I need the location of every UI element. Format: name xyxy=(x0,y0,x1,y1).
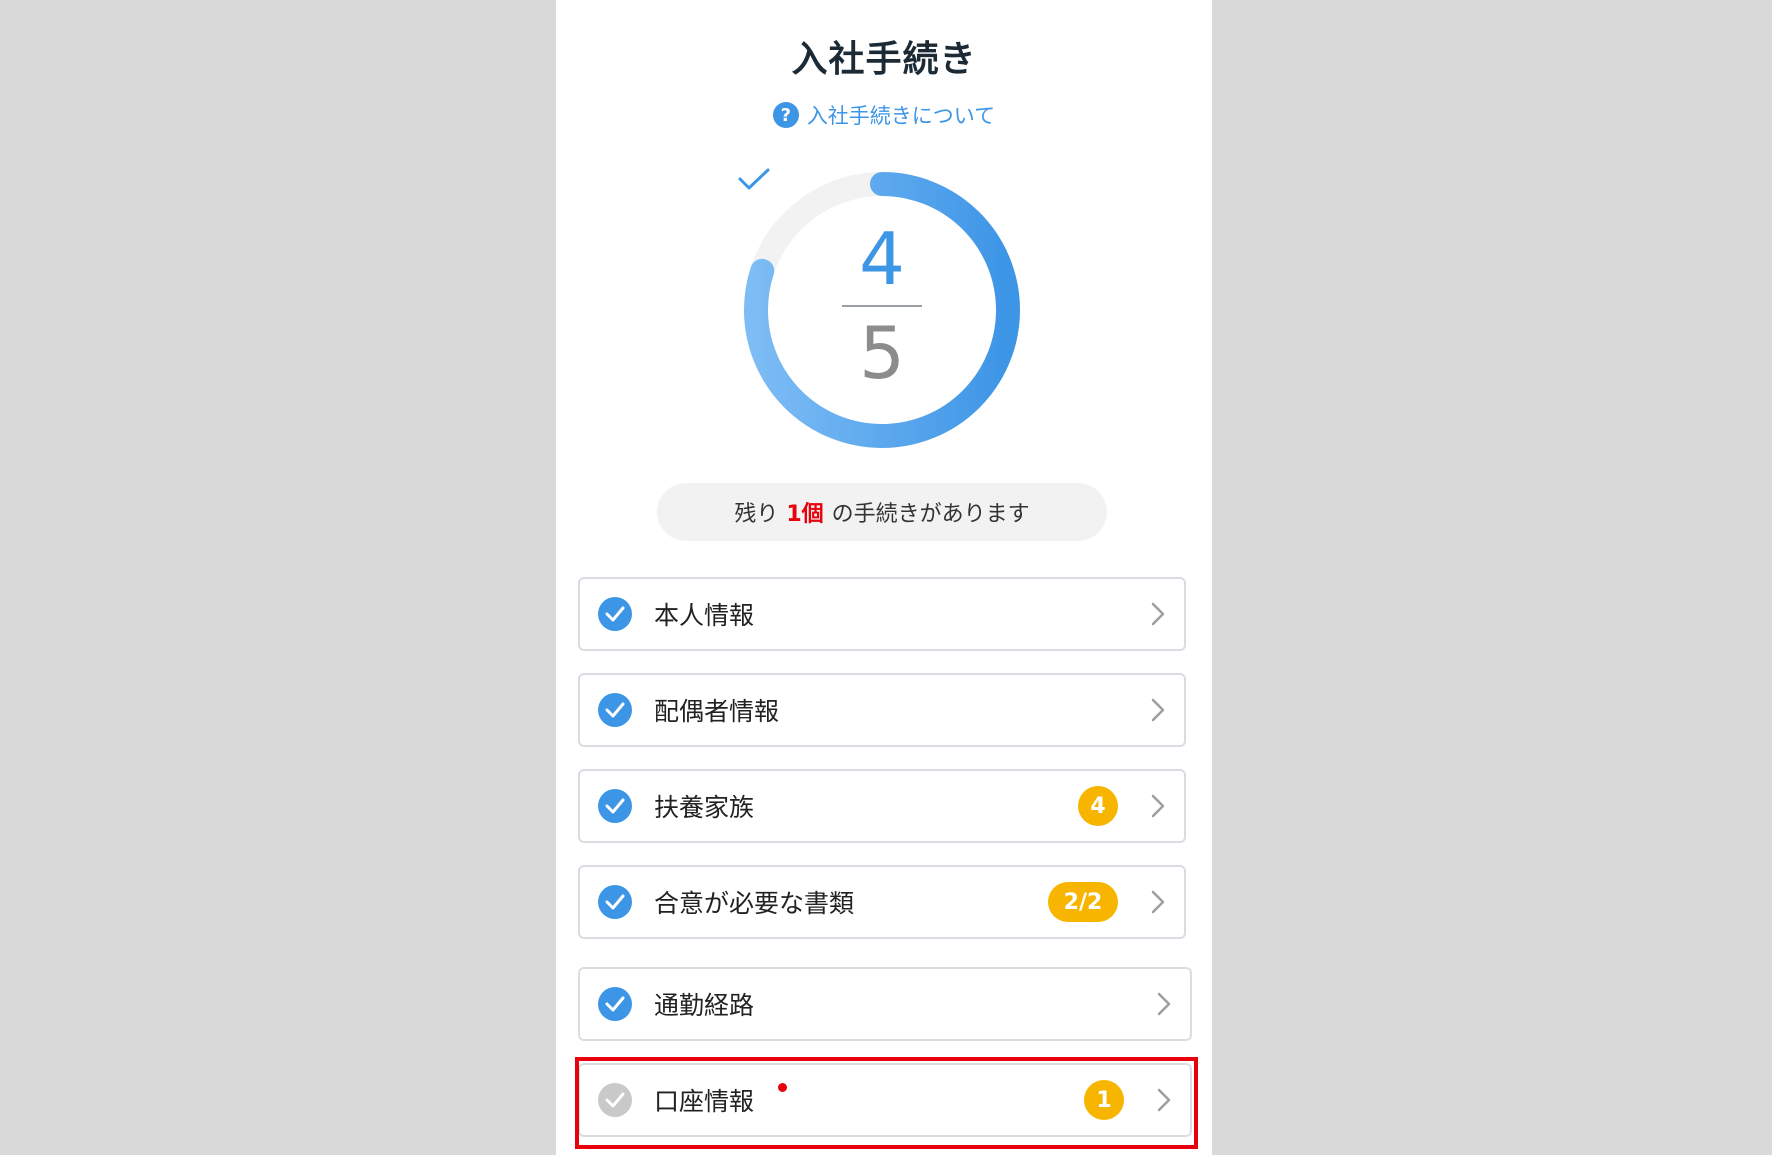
task-label: 扶養家族 xyxy=(654,793,755,822)
completed-check-icon xyxy=(598,885,632,919)
remaining-prefix: 残り xyxy=(734,502,779,527)
completed-check-icon xyxy=(598,693,632,727)
chevron-right-icon xyxy=(1151,602,1165,626)
total-count: 5 xyxy=(859,311,905,395)
fraction-divider xyxy=(842,305,922,307)
count-badge: 1 xyxy=(1084,1080,1124,1120)
chevron-right-icon xyxy=(1157,1088,1171,1112)
chevron-right-icon xyxy=(1151,794,1165,818)
completed-check-icon xyxy=(598,789,632,823)
count-badge: 4 xyxy=(1078,786,1118,826)
help-link[interactable]: ? 入社手続きについて xyxy=(556,100,1212,130)
required-dot xyxy=(778,1083,787,1092)
progress-ring: 4 5 xyxy=(737,165,1027,455)
pending-check-icon xyxy=(598,1083,632,1117)
task-label: 合意が必要な書類 xyxy=(654,889,855,918)
task-item-personal-info[interactable]: 本人情報 xyxy=(578,577,1186,651)
completed-count: 4 xyxy=(859,217,905,301)
count-badge: 2/2 xyxy=(1048,882,1118,922)
completed-check-icon xyxy=(598,597,632,631)
task-item-consent-documents[interactable]: 合意が必要な書類 2/2 xyxy=(578,865,1186,939)
progress-ring-graphic xyxy=(744,172,1020,448)
page-title: 入社手続き xyxy=(791,39,977,80)
task-item-bank-account[interactable]: 口座情報 1 xyxy=(578,1063,1192,1137)
remaining-status: 残り 1個 の手続きがあります xyxy=(657,483,1107,541)
completed-check-icon xyxy=(598,987,632,1021)
task-item-spouse-info[interactable]: 配偶者情報 xyxy=(578,673,1186,747)
check-icon xyxy=(738,168,770,190)
help-icon: ? xyxy=(772,102,799,128)
chevron-right-icon xyxy=(1157,992,1171,1016)
remaining-suffix: の手続きがあります xyxy=(831,502,1030,527)
onboarding-panel: 入社手続き ? 入社手続きについて 4 5 残り 1個 の手続きがあります 本人… xyxy=(556,0,1212,1155)
chevron-right-icon xyxy=(1151,890,1165,914)
chevron-right-icon xyxy=(1151,698,1165,722)
task-label: 口座情報 xyxy=(654,1087,755,1116)
task-label: 配偶者情報 xyxy=(654,697,780,726)
help-link-label: 入社手続きについて xyxy=(806,104,996,128)
task-label: 本人情報 xyxy=(654,601,755,630)
remaining-count: 1個 xyxy=(786,502,824,527)
task-item-dependents[interactable]: 扶養家族 4 xyxy=(578,769,1186,843)
task-label: 通勤経路 xyxy=(654,991,755,1020)
task-item-commute-route[interactable]: 通勤経路 xyxy=(578,967,1192,1041)
